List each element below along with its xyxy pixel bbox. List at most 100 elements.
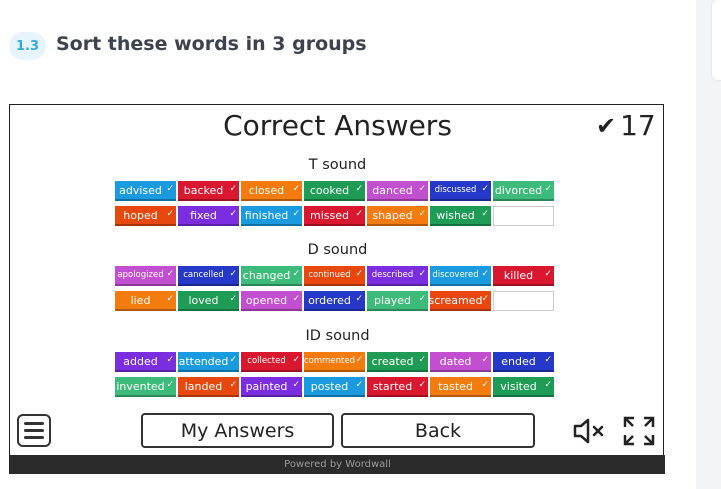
word-tile[interactable]: loved ✓ [178, 291, 239, 311]
word-tile[interactable]: finished ✓ [241, 206, 302, 226]
group-label: ID sound [305, 328, 370, 344]
word-tile[interactable]: screamed ✓ [430, 291, 491, 311]
tile-check-icon: ✓ [481, 269, 489, 279]
word-tile[interactable]: dated ✓ [430, 352, 491, 372]
word-tile[interactable]: commented ✓ [304, 352, 365, 372]
word-tile[interactable]: started ✓ [367, 377, 428, 397]
empty-slot [493, 291, 554, 311]
word-label: cancelled [183, 270, 224, 280]
tile-check-icon: ✓ [481, 184, 489, 194]
word-tile[interactable]: cooked ✓ [304, 181, 365, 201]
score-display: ✔ 17 [596, 109, 656, 142]
game-frame: Correct Answers ✔ 17 T sound advised ✓ back… [9, 104, 665, 474]
group-label: T sound [308, 157, 367, 173]
tile-check-icon: ✓ [229, 209, 237, 219]
word-tile[interactable]: hoped ✓ [115, 206, 176, 226]
tile-check-icon: ✓ [355, 184, 363, 194]
word-tile[interactable]: advised ✓ [115, 181, 176, 201]
word-label: continued [308, 270, 351, 280]
tile-check-icon: ✓ [418, 269, 426, 279]
word-label: invented [116, 379, 165, 393]
tile-check-icon: ✓ [229, 269, 237, 279]
back-button[interactable]: Back [341, 413, 535, 448]
word-tile[interactable]: added ✓ [115, 352, 176, 372]
word-row: lied ✓ loved ✓ opened ✓ ordered ✓ played ✓ screame… [115, 291, 554, 311]
tile-check-icon: ✓ [418, 294, 426, 304]
word-tile[interactable]: killed ✓ [493, 266, 554, 286]
word-tile[interactable]: created ✓ [367, 352, 428, 372]
word-tile[interactable]: danced ✓ [367, 181, 428, 201]
word-row: advised ✓ backed ✓ closed ✓ cooked ✓ danced ✓ disc… [115, 181, 554, 201]
word-tile[interactable]: landed ✓ [178, 377, 239, 397]
word-label: played [373, 293, 412, 307]
tile-check-icon: ✓ [229, 294, 237, 304]
word-label: cooked [309, 183, 350, 197]
word-label: finished [244, 208, 289, 222]
tile-check-icon: ✓ [292, 209, 300, 219]
word-tile[interactable]: wished ✓ [430, 206, 491, 226]
tile-check-icon: ✓ [292, 380, 300, 390]
word-label: posted [310, 379, 349, 393]
word-label: fixed [190, 208, 217, 222]
tile-check-icon: ✓ [166, 269, 174, 279]
word-label: visited [500, 379, 537, 393]
tile-check-icon: ✓ [292, 355, 300, 365]
word-tile[interactable]: divorced ✓ [493, 181, 554, 201]
word-tile[interactable]: lied ✓ [115, 291, 176, 311]
word-tile[interactable]: discussed ✓ [430, 181, 491, 201]
tile-check-icon: ✓ [166, 184, 174, 194]
tile-check-icon: ✓ [355, 294, 363, 304]
word-tile[interactable]: closed ✓ [241, 181, 302, 201]
word-tile[interactable]: visited ✓ [493, 377, 554, 397]
fullscreen-icon[interactable] [622, 415, 656, 447]
word-label: advised [119, 183, 162, 197]
word-label: ended [501, 354, 536, 368]
word-tile[interactable]: ended ✓ [493, 352, 554, 372]
word-tile[interactable]: fixed ✓ [178, 206, 239, 226]
word-tile[interactable]: changed ✓ [241, 266, 302, 286]
word-label: created [371, 354, 414, 368]
bottom-controls: My Answers Back [10, 405, 665, 455]
tile-check-icon: ✓ [166, 355, 174, 365]
my-answers-button[interactable]: My Answers [141, 413, 334, 448]
tile-check-icon: ✓ [229, 380, 237, 390]
word-label: backed [183, 183, 224, 197]
game-title: Correct Answers [223, 109, 452, 142]
word-tile[interactable]: ordered ✓ [304, 291, 365, 311]
word-tile[interactable]: continued ✓ [304, 266, 365, 286]
word-tile[interactable]: tasted ✓ [430, 377, 491, 397]
tile-check-icon: ✓ [418, 184, 426, 194]
word-tile[interactable]: posted ✓ [304, 377, 365, 397]
word-label: wished [436, 208, 475, 222]
word-tile[interactable]: played ✓ [367, 291, 428, 311]
tile-check-icon: ✓ [544, 269, 552, 279]
word-label: killed [503, 268, 534, 282]
word-tile[interactable]: missed ✓ [304, 206, 365, 226]
word-label: divorced [494, 183, 543, 197]
tile-check-icon: ✓ [418, 380, 426, 390]
word-tile[interactable]: apologized ✓ [115, 266, 176, 286]
word-tile[interactable]: shaped ✓ [367, 206, 428, 226]
word-tile[interactable]: painted ✓ [241, 377, 302, 397]
tile-check-icon: ✓ [292, 184, 300, 194]
word-tile[interactable]: opened ✓ [241, 291, 302, 311]
word-tile[interactable]: collected ✓ [241, 352, 302, 372]
tile-check-icon: ✓ [166, 209, 174, 219]
word-tile[interactable]: invented ✓ [115, 377, 176, 397]
word-label: landed [184, 379, 223, 393]
word-row: invented ✓ landed ✓ painted ✓ posted ✓ started ✓ t… [115, 377, 554, 397]
mute-icon[interactable] [573, 418, 607, 444]
tile-check-icon: ✓ [166, 294, 174, 304]
word-label: danced [372, 183, 413, 197]
word-tile[interactable]: described ✓ [367, 266, 428, 286]
empty-slot [493, 206, 554, 226]
tile-check-icon: ✓ [544, 184, 552, 194]
word-label: loved [188, 293, 219, 307]
tile-check-icon: ✓ [481, 380, 489, 390]
menu-icon[interactable] [17, 414, 51, 447]
word-tile[interactable]: backed ✓ [178, 181, 239, 201]
word-tile[interactable]: attended ✓ [178, 352, 239, 372]
word-tile[interactable]: cancelled ✓ [178, 266, 239, 286]
word-label: missed [310, 208, 349, 222]
word-tile[interactable]: discovered ✓ [430, 266, 491, 286]
